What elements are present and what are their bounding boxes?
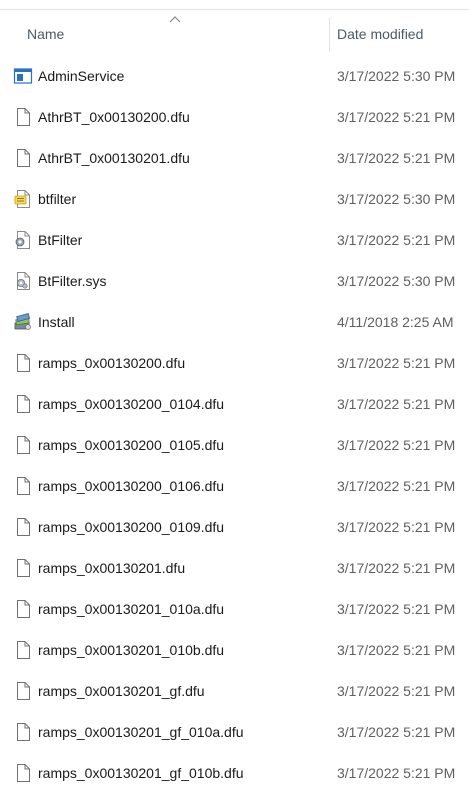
file-row[interactable]: ramps_0x00130200_0105.dfu 3/17/2022 5:21 …: [0, 425, 469, 466]
file-name[interactable]: ramps_0x00130200_0105.dfu: [38, 435, 224, 455]
file-row[interactable]: btfilter 3/17/2022 5:30 PM: [0, 179, 469, 220]
file-row[interactable]: ramps_0x00130201_gf.dfu 3/17/2022 5:21 PM: [0, 671, 469, 712]
file-row[interactable]: ramps_0x00130201_gf_010a.dfu 3/17/2022 5:…: [0, 712, 469, 753]
file-date-modified: 3/17/2022 5:21 PM: [337, 355, 456, 371]
file-row[interactable]: AthrBT_0x00130200.dfu 3/17/2022 5:21 PM: [0, 97, 469, 138]
file-date-modified: 4/11/2018 2:25 AM: [337, 314, 454, 330]
file-row[interactable]: AdminService 3/17/2022 5:30 PM: [0, 56, 469, 97]
file-date-modified: 3/17/2022 5:21 PM: [337, 396, 456, 412]
file-icon: [13, 681, 33, 701]
config-file-icon: [13, 189, 33, 209]
file-icon: [13, 435, 33, 455]
system-file-icon: [13, 271, 33, 291]
file-name[interactable]: BtFilter.sys: [38, 271, 106, 291]
file-date-modified: 3/17/2022 5:21 PM: [337, 601, 456, 617]
file-date-modified: 3/17/2022 5:21 PM: [337, 519, 456, 535]
file-icon: [13, 353, 33, 373]
file-name[interactable]: btfilter: [38, 189, 76, 209]
file-name[interactable]: ramps_0x00130201_010b.dfu: [38, 640, 224, 660]
sort-ascending-icon: [169, 16, 181, 23]
file-icon: [13, 599, 33, 619]
file-row[interactable]: ramps_0x00130201_010b.dfu 3/17/2022 5:21 …: [0, 630, 469, 671]
file-name[interactable]: AdminService: [38, 66, 124, 86]
installer-icon: [13, 312, 33, 332]
top-divider: [0, 0, 469, 10]
file-date-modified: 3/17/2022 5:21 PM: [337, 232, 456, 248]
file-row[interactable]: ramps_0x00130200_0106.dfu 3/17/2022 5:21 …: [0, 466, 469, 507]
file-icon: [13, 558, 33, 578]
file-name[interactable]: ramps_0x00130201_gf_010a.dfu: [38, 722, 244, 742]
file-icon: [13, 148, 33, 168]
file-name[interactable]: ramps_0x00130200_0109.dfu: [38, 517, 224, 537]
file-date-modified: 3/17/2022 5:21 PM: [337, 683, 456, 699]
file-name[interactable]: BtFilter: [38, 230, 82, 250]
file-date-modified: 3/17/2022 5:21 PM: [337, 560, 456, 576]
file-date-modified: 3/17/2022 5:21 PM: [337, 724, 456, 740]
name-column-header[interactable]: Name: [23, 24, 331, 44]
file-row[interactable]: AthrBT_0x00130201.dfu 3/17/2022 5:21 PM: [0, 138, 469, 179]
file-date-modified: 3/17/2022 5:21 PM: [337, 109, 456, 125]
application-window-icon: [13, 66, 33, 86]
column-header-bar: Name Date modified: [0, 14, 469, 52]
file-date-modified: 3/17/2022 5:21 PM: [337, 478, 456, 494]
file-name[interactable]: ramps_0x00130200.dfu: [38, 353, 185, 373]
file-name[interactable]: ramps_0x00130201_gf.dfu: [38, 681, 205, 701]
file-row[interactable]: Install 4/11/2018 2:25 AM: [0, 302, 469, 343]
file-date-modified: 3/17/2022 5:30 PM: [337, 273, 456, 289]
file-icon: [13, 763, 33, 783]
file-row[interactable]: ramps_0x00130201_010a.dfu 3/17/2022 5:21 …: [0, 589, 469, 630]
file-name[interactable]: Install: [38, 312, 75, 332]
file-name[interactable]: ramps_0x00130201_010a.dfu: [38, 599, 224, 619]
file-icon: [13, 394, 33, 414]
file-name[interactable]: AthrBT_0x00130201.dfu: [38, 148, 190, 168]
file-row[interactable]: ramps_0x00130200.dfu 3/17/2022 5:21 PM: [0, 343, 469, 384]
file-icon: [13, 476, 33, 496]
file-row[interactable]: BtFilter 3/17/2022 5:21 PM: [0, 220, 469, 261]
file-row[interactable]: ramps_0x00130201.dfu 3/17/2022 5:21 PM: [0, 548, 469, 589]
file-row[interactable]: BtFilter.sys 3/17/2022 5:30 PM: [0, 261, 469, 302]
file-date-modified: 3/17/2022 5:21 PM: [337, 765, 456, 781]
file-date-modified: 3/17/2022 5:21 PM: [337, 642, 456, 658]
file-date-modified: 3/17/2022 5:30 PM: [337, 68, 456, 84]
file-date-modified: 3/17/2022 5:30 PM: [337, 191, 456, 207]
file-explorer-list: Name Date modified AdminService 3/17/2022…: [0, 0, 469, 794]
file-name[interactable]: ramps_0x00130200_0104.dfu: [38, 394, 224, 414]
file-list: AdminService 3/17/2022 5:30 PM AthrBT_0x00…: [0, 56, 469, 794]
file-name[interactable]: AthrBT_0x00130200.dfu: [38, 107, 190, 127]
file-name[interactable]: ramps_0x00130201_gf_010b.dfu: [38, 763, 244, 783]
file-row[interactable]: ramps_0x00130200_0109.dfu 3/17/2022 5:21 …: [0, 507, 469, 548]
file-name[interactable]: ramps_0x00130200_0106.dfu: [38, 476, 224, 496]
file-name[interactable]: ramps_0x00130201.dfu: [38, 558, 185, 578]
settings-file-icon: [13, 230, 33, 250]
file-icon: [13, 517, 33, 537]
column-separator[interactable]: [329, 18, 330, 52]
file-date-modified: 3/17/2022 5:21 PM: [337, 150, 456, 166]
file-row[interactable]: ramps_0x00130200_0104.dfu 3/17/2022 5:21 …: [0, 384, 469, 425]
file-icon: [13, 640, 33, 660]
file-date-modified: 3/17/2022 5:21 PM: [337, 437, 456, 453]
file-row[interactable]: ramps_0x00130201_gf_010b.dfu 3/17/2022 5:…: [0, 753, 469, 794]
date-modified-column-header[interactable]: Date modified: [333, 24, 469, 44]
file-icon: [13, 722, 33, 742]
file-icon: [13, 107, 33, 127]
